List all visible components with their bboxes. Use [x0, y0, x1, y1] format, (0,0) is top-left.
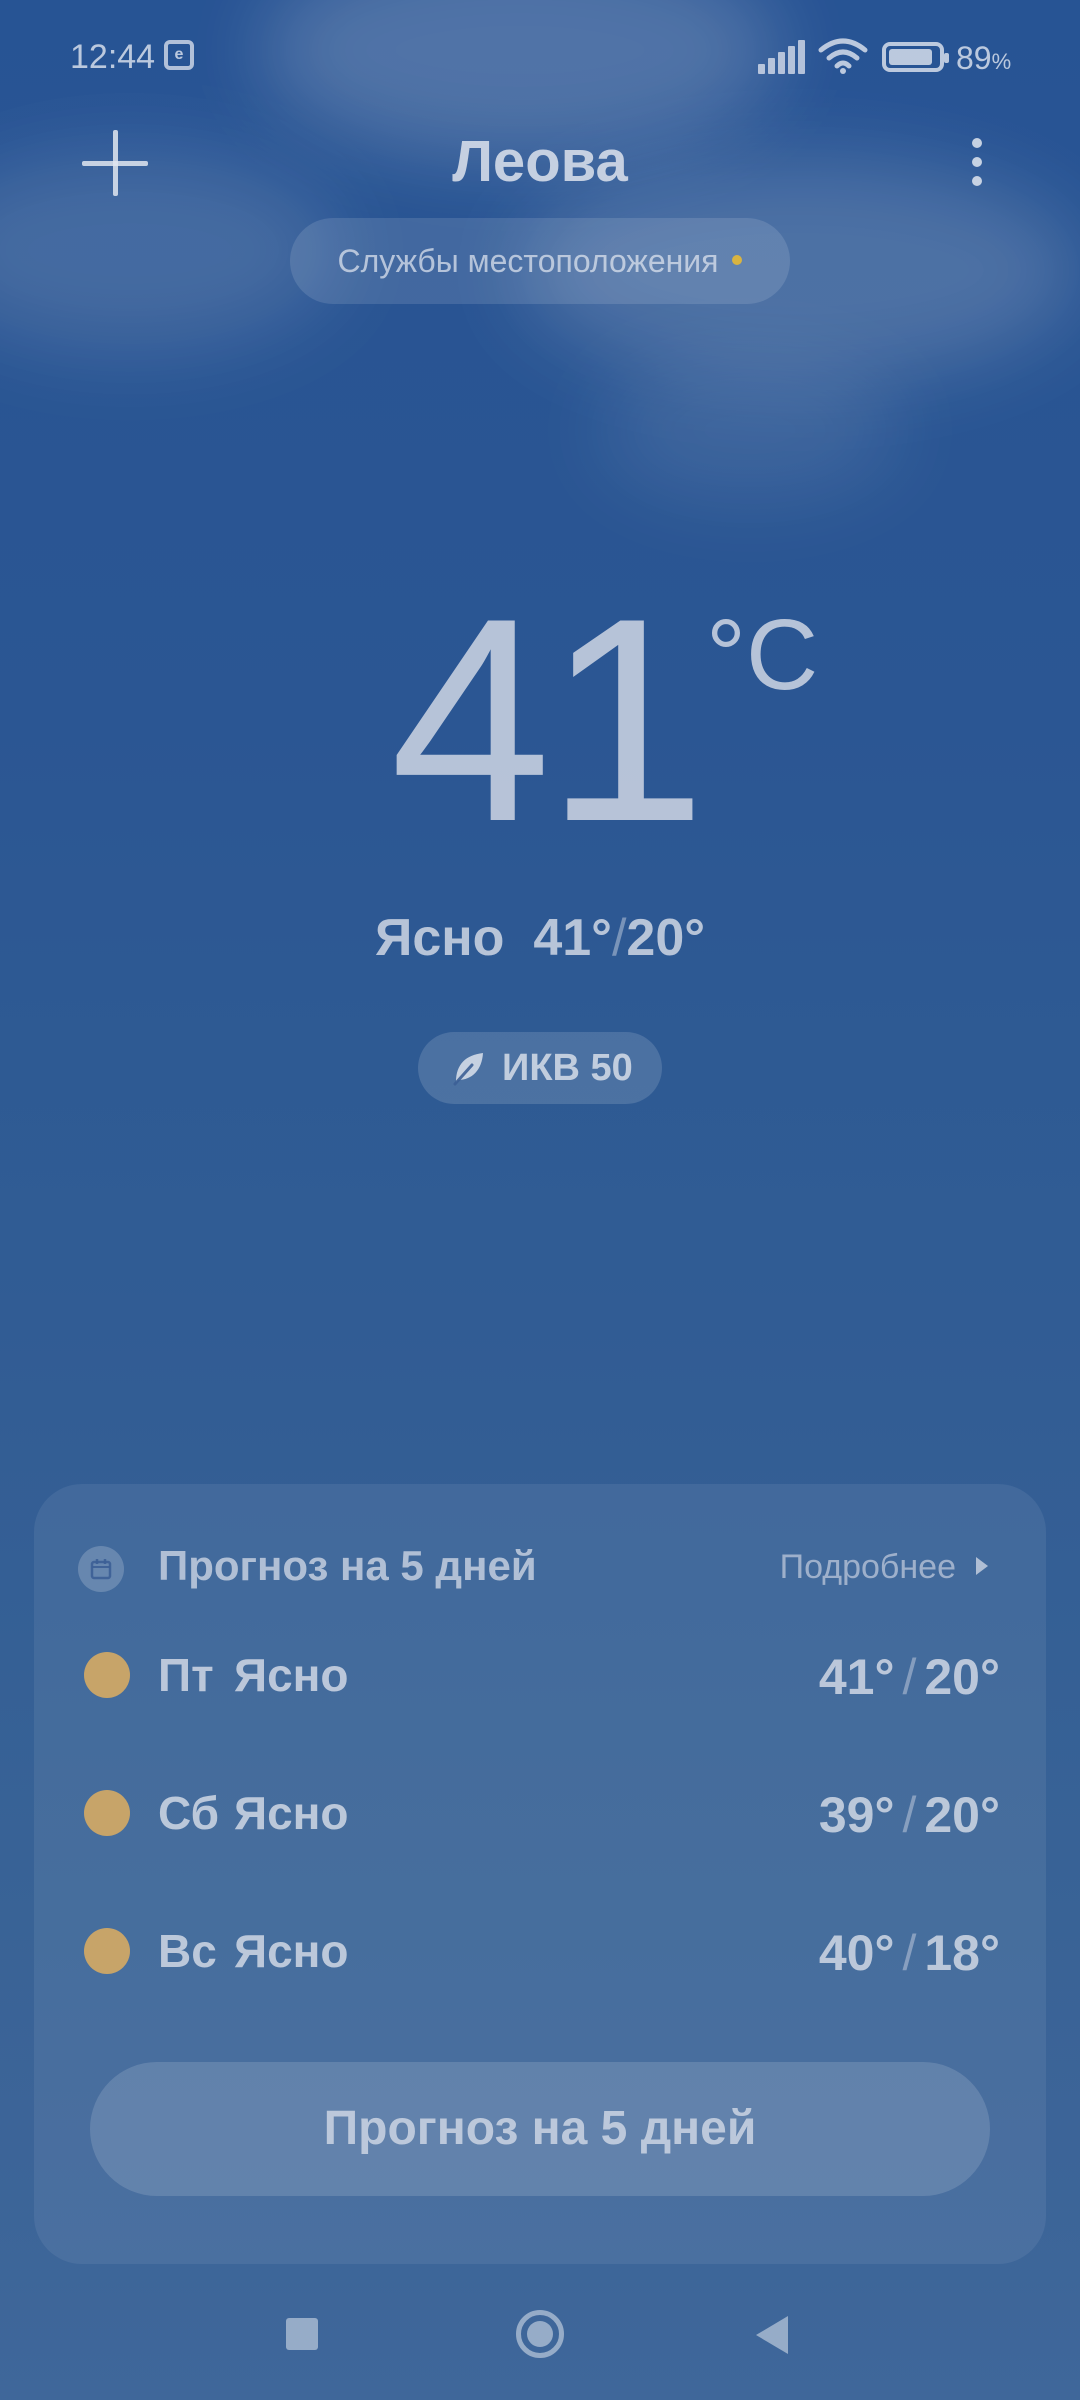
forecast-range: 39°/20° — [818, 1787, 1000, 1843]
forecast-day: Сб — [158, 1787, 220, 1839]
more-details-label: Подробнее — [779, 1548, 956, 1586]
current-condition: Ясно 41°/20° — [374, 909, 706, 967]
forecast-row[interactable]: Сб Ясно 39°/20° — [34, 1762, 1046, 1862]
forecast-day: Вс — [158, 1925, 217, 1977]
location-status-dot — [732, 254, 743, 265]
aqi-label: ИКВ 50 — [502, 1047, 633, 1089]
more-options-button[interactable] — [962, 132, 992, 192]
forecast-card: Прогноз на 5 дней Подробнее Пт Ясно 41° /… — [34, 1484, 1046, 2264]
condition-text: Ясно — [374, 909, 505, 967]
forecast-condition: Ясно — [234, 1649, 349, 1701]
wifi-icon — [818, 38, 868, 74]
forecast-row[interactable]: Вс Ясно 40°/18° — [34, 1900, 1046, 2000]
current-temperature: 41 — [390, 558, 707, 882]
status-bar: 12:44 e 89% — [0, 0, 1080, 120]
sun-icon — [84, 1652, 130, 1698]
forecast-high: 41° — [818, 1649, 895, 1705]
leaf-icon — [453, 1053, 483, 1086]
forecast-high: 39° — [818, 1787, 895, 1843]
back-button[interactable] — [756, 2316, 788, 2354]
forecast-condition: Ясно — [234, 1925, 349, 1977]
more-details-link[interactable]: Подробнее — [780, 1548, 988, 1587]
recents-button[interactable] — [286, 2318, 318, 2350]
aqi-button[interactable]: ИКВ 50 — [418, 1032, 662, 1104]
sun-icon — [84, 1928, 130, 1974]
forecast-row[interactable]: Пт Ясно 41°/20° — [34, 1624, 1046, 1724]
today-low: 20° — [626, 909, 706, 967]
forecast-low: 18° — [924, 1925, 1000, 1981]
chevron-right-icon — [976, 1557, 988, 1576]
home-button[interactable] — [516, 2310, 564, 2358]
location-services-button[interactable]: Службы местоположения — [290, 218, 790, 304]
cellular-signal-icon — [758, 38, 808, 74]
forecast-condition: Ясно — [234, 1787, 349, 1839]
forecast-title: Прогноз на 5 дней — [158, 1542, 537, 1589]
status-time: 12:44 — [70, 38, 156, 76]
battery-icon — [882, 42, 949, 72]
location-services-label: Службы местоположения — [337, 243, 719, 279]
forecast-range: 40°/18° — [818, 1925, 1000, 1981]
app-notification-icon: e — [164, 40, 194, 70]
sun-icon — [84, 1790, 130, 1836]
calendar-icon — [78, 1546, 124, 1592]
battery-percent: 89% — [956, 40, 1012, 76]
temperature-unit: °C — [706, 599, 819, 711]
five-day-forecast-button[interactable]: Прогноз на 5 дней — [90, 2062, 990, 2196]
today-high: 41° — [533, 909, 612, 967]
city-name: Леова — [452, 129, 628, 194]
forecast-low: 20° — [924, 1649, 1000, 1705]
forecast-low: 20° — [924, 1787, 1000, 1843]
forecast-range: 41°/20° — [818, 1649, 1000, 1705]
forecast-high: 40° — [818, 1925, 895, 1981]
forecast-day: Пт — [158, 1649, 214, 1701]
